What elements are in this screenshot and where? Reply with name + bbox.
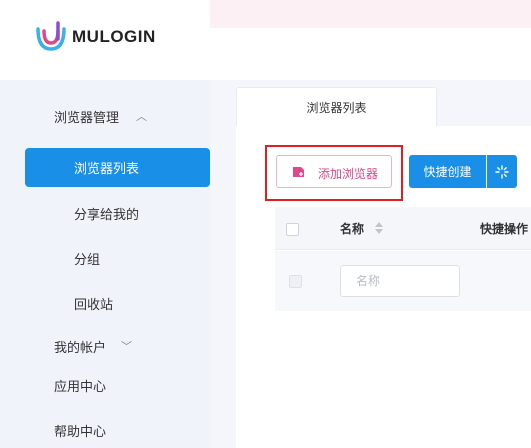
header-banner xyxy=(210,0,531,28)
nav-group-my-account[interactable]: 我的帐户 ﹀ xyxy=(0,326,210,366)
nav-group-label: 我的帐户 xyxy=(54,339,107,355)
nav-help-center[interactable]: 帮助中心 xyxy=(0,410,210,448)
column-header-name: 名称 xyxy=(340,222,365,236)
column-header-quick-actions: 快捷操作 xyxy=(480,222,529,236)
tab-label: 浏览器列表 xyxy=(306,101,367,115)
chevron-down-icon: ﹀ xyxy=(121,341,132,353)
sidebar-item-browser-list[interactable]: 浏览器列表 xyxy=(25,148,210,187)
name-filter-input[interactable] xyxy=(340,265,460,297)
chevron-up-icon: ︿ xyxy=(136,111,147,123)
sidebar-item-shared-with-me[interactable]: 分享给我的 xyxy=(0,193,210,233)
add-file-icon xyxy=(293,167,304,177)
quick-create-dropdown-button[interactable] xyxy=(487,155,517,188)
nav-group-browser-management[interactable]: 浏览器管理 ︿ xyxy=(0,96,210,136)
sidebar-item-groups[interactable]: 分组 xyxy=(0,238,210,278)
tab-browser-list[interactable]: 浏览器列表 xyxy=(236,87,437,127)
nav-label: 帮助中心 xyxy=(54,423,107,439)
logo-area: MULOGIN xyxy=(0,0,210,80)
add-browser-button[interactable]: 添加浏览器 xyxy=(276,155,392,188)
sparkle-icon xyxy=(495,164,509,179)
select-all-checkbox[interactable] xyxy=(286,223,299,236)
quick-create-button[interactable]: 快捷创建 xyxy=(409,155,486,188)
header-bar xyxy=(210,28,531,80)
mulogin-logo-icon xyxy=(36,21,66,51)
sidebar-item-label: 分组 xyxy=(74,251,101,267)
sidebar-item-label: 浏览器列表 xyxy=(74,161,140,176)
sort-icon[interactable] xyxy=(374,221,384,235)
row-checkbox[interactable] xyxy=(289,275,302,288)
nav-group-label: 浏览器管理 xyxy=(54,109,120,125)
add-browser-label: 添加浏览器 xyxy=(318,167,379,181)
nav-label: 应用中心 xyxy=(54,378,107,394)
sidebar-item-label: 回收站 xyxy=(74,296,114,312)
logo-text: MULOGIN xyxy=(72,27,156,46)
quick-create-label: 快捷创建 xyxy=(423,165,472,179)
sidebar-item-recycle-bin[interactable]: 回收站 xyxy=(0,283,210,323)
sidebar-item-label: 分享给我的 xyxy=(74,206,140,222)
nav-app-center[interactable]: 应用中心 xyxy=(0,365,210,405)
